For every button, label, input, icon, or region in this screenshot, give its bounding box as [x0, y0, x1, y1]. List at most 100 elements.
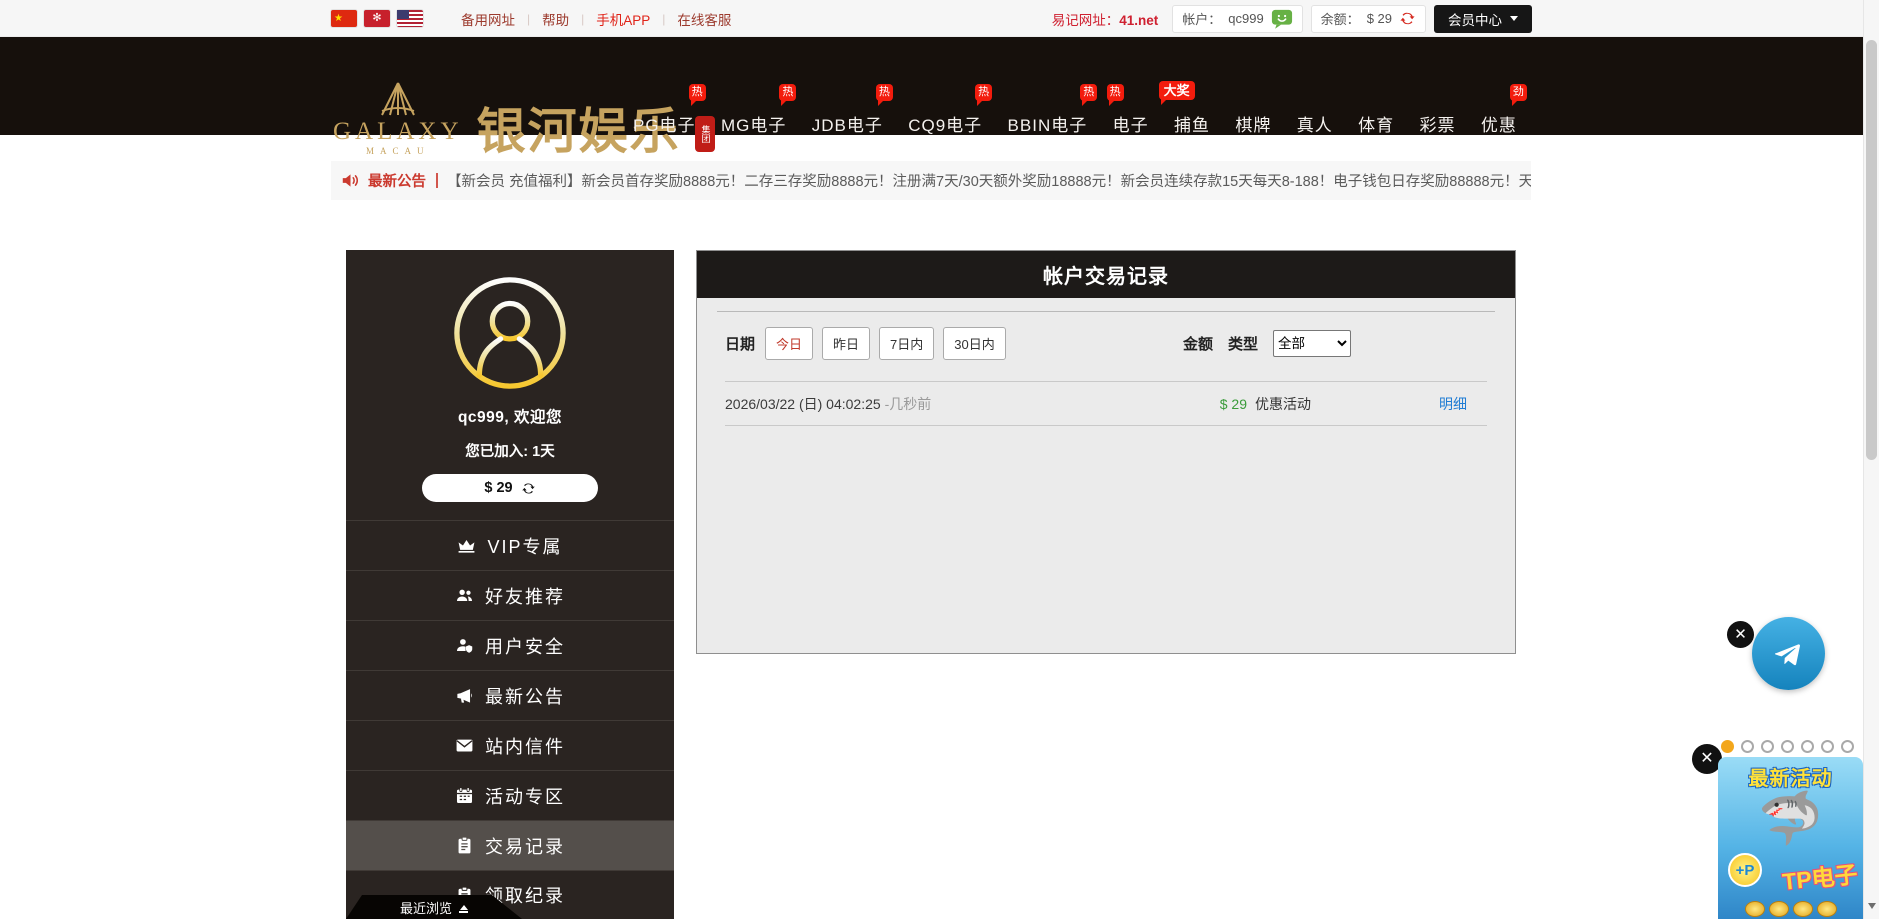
crown-icon [457, 536, 476, 555]
sidebar-item-vip[interactable]: VIP专属 [346, 520, 674, 570]
balance-box: 余额： $ 29 [1311, 5, 1426, 33]
divider: | [527, 12, 530, 26]
nav-item-mg[interactable]: MG电子热 [721, 111, 786, 136]
transaction-rows: 2026/03/22 (日) 04:02:25 -几秒前 $ 29 优惠活动 明… [725, 381, 1487, 426]
member-sidebar: qc999, 欢迎您 您已加入: 1天 $ 29 VIP专属 好友推荐 用户安全… [346, 250, 674, 919]
sidebar-item-label: 好友推荐 [485, 583, 565, 609]
scrollbar-down-arrow[interactable] [1868, 903, 1876, 913]
filter-30days-button[interactable]: 30日内 [943, 327, 1005, 360]
filter-7days-button[interactable]: 7日内 [879, 327, 934, 360]
avatar-wrap [346, 250, 674, 392]
filter-today-button[interactable]: 今日 [765, 327, 813, 360]
promo-dot[interactable] [1741, 740, 1754, 753]
filter-yesterday-button[interactable]: 昨日 [822, 327, 870, 360]
nav-item-caipiao[interactable]: 彩票 [1419, 111, 1455, 136]
nav-item-cq9[interactable]: CQ9电子热 [908, 111, 982, 136]
sidebar-item-transactions[interactable]: 交易记录 [346, 820, 674, 870]
usa-flag-icon[interactable] [397, 10, 423, 27]
account-label: 帐户： [1182, 9, 1221, 28]
sidebar-item-events[interactable]: 活动专区 [346, 770, 674, 820]
hot-badge: 热 [689, 84, 706, 101]
refresh-icon[interactable] [521, 481, 536, 496]
sidebar-item-messages[interactable]: 站内信件 [346, 720, 674, 770]
promo-dot[interactable] [1801, 740, 1814, 753]
nav-item-dianzi[interactable]: 电子热大奖 [1113, 111, 1149, 136]
nav-item-label: 彩票 [1419, 116, 1455, 135]
page-scrollbar [1863, 0, 1879, 919]
memorable-url-value[interactable]: 41.net [1119, 13, 1158, 28]
sidebar-balance-pill[interactable]: $ 29 [422, 474, 598, 502]
type-column-label: 类型 [1228, 333, 1258, 354]
txn-amount: $ 29 [1195, 396, 1247, 412]
backup-url-link[interactable]: 备用网址 [461, 9, 515, 29]
nav-item-jdb[interactable]: JDB电子热 [812, 111, 883, 136]
nav-item-label: BBIN电子 [1008, 116, 1088, 135]
nav-item-label: 电子 [1113, 116, 1149, 135]
promo-dot[interactable] [1821, 740, 1834, 753]
sidebar-item-referral[interactable]: 好友推荐 [346, 570, 674, 620]
telegram-icon[interactable] [1752, 617, 1825, 690]
member-center-button[interactable]: 会员中心 [1434, 5, 1532, 33]
hot-badge: 热 [779, 84, 796, 101]
sidebar-item-label: 站内信件 [485, 733, 565, 759]
sidebar-item-security[interactable]: 用户安全 [346, 620, 674, 670]
sidebar-item-label: 最新公告 [485, 683, 565, 709]
txn-datetime-value: 2026/03/22 (日) 04:02:25 [725, 396, 881, 412]
nav-item-bbin[interactable]: BBIN电子热 [1008, 111, 1088, 136]
type-select[interactable]: 全部 [1273, 330, 1351, 357]
promo-dot[interactable] [1721, 740, 1734, 753]
nav-item-label: 真人 [1297, 116, 1333, 135]
hot-badge: 热 [975, 84, 992, 101]
nav-item-zhenren[interactable]: 真人 [1297, 111, 1333, 136]
chat-smiley-icon[interactable] [1271, 9, 1293, 28]
account-value: qc999 [1228, 11, 1263, 26]
hongkong-flag-icon[interactable]: ✻ [364, 10, 390, 27]
txn-type: 优惠活动 [1255, 394, 1311, 414]
recent-browse-tab[interactable]: 最近浏览 [346, 895, 522, 919]
txn-detail-link[interactable]: 明细 [1439, 394, 1467, 414]
sidebar-item-label: 活动专区 [485, 783, 565, 809]
panel-title: 帐户交易记录 [1043, 260, 1169, 289]
sidebar-item-announcements[interactable]: 最新公告 [346, 670, 674, 720]
announcement-label[interactable]: 最新公告 [368, 170, 426, 191]
nav-item-youhui[interactable]: 优惠劲 [1481, 111, 1517, 136]
nav-item-pg[interactable]: PG电子热 [633, 111, 696, 136]
promo-dot[interactable] [1761, 740, 1774, 753]
chevron-down-icon [1510, 16, 1518, 25]
recent-browse-label: 最近浏览 [400, 898, 452, 917]
transaction-panel: 帐户交易记录 日期 今日 昨日 7日内 30日内 金额 类型 全部 2026/0… [696, 250, 1516, 654]
hot-badge: 热 [876, 84, 893, 101]
nav-item-tiyu[interactable]: 体育 [1358, 111, 1394, 136]
scrollbar-thumb[interactable] [1866, 40, 1877, 460]
amount-column-label: 金额 [1183, 333, 1213, 354]
nav-item-buyu[interactable]: 捕鱼 [1174, 111, 1210, 136]
nav-item-qipai[interactable]: 棋牌 [1235, 111, 1271, 136]
galaxy-fan-icon [369, 81, 427, 117]
divider: | [581, 12, 584, 26]
china-flag-icon[interactable]: ★ [331, 10, 357, 27]
gold-coins [1718, 901, 1863, 919]
nav-item-label: 优惠 [1481, 116, 1517, 135]
member-center-label: 会员中心 [1448, 9, 1502, 29]
help-link[interactable]: 帮助 [542, 9, 569, 29]
online-service-link[interactable]: 在线客服 [677, 9, 731, 29]
refresh-balance-icon[interactable] [1399, 10, 1416, 27]
promo-dot[interactable] [1841, 740, 1854, 753]
memorable-url: 易记网址：41.net [1052, 9, 1159, 29]
balance-label: 余额： [1321, 9, 1360, 28]
welcome-text: qc999, 欢迎您 [346, 405, 674, 427]
promo-banner[interactable]: 最新活动 🦈 TP电子 +P [1718, 757, 1863, 919]
date-filter-label: 日期 [725, 333, 755, 354]
users-icon [455, 586, 474, 605]
sidebar-item-label: 用户安全 [485, 633, 565, 659]
promo-dot[interactable] [1781, 740, 1794, 753]
logo-emblem: GALAXY MACAU [333, 81, 463, 156]
balance-value: $ 29 [1367, 11, 1392, 26]
joined-days-text: 您已加入: 1天 [346, 440, 674, 461]
top-bar-inner: ★ ✻ 备用网址 | 帮助 | 手机APP | 在线客服 易记网址：41.net… [331, 0, 1532, 37]
telegram-close-button[interactable]: ✕ [1727, 621, 1754, 648]
nav-item-label: 棋牌 [1235, 116, 1271, 135]
mobile-app-link[interactable]: 手机APP [596, 9, 650, 29]
sidebar-item-label: 交易记录 [485, 833, 565, 859]
logo-text-sub: MACAU [366, 147, 430, 156]
